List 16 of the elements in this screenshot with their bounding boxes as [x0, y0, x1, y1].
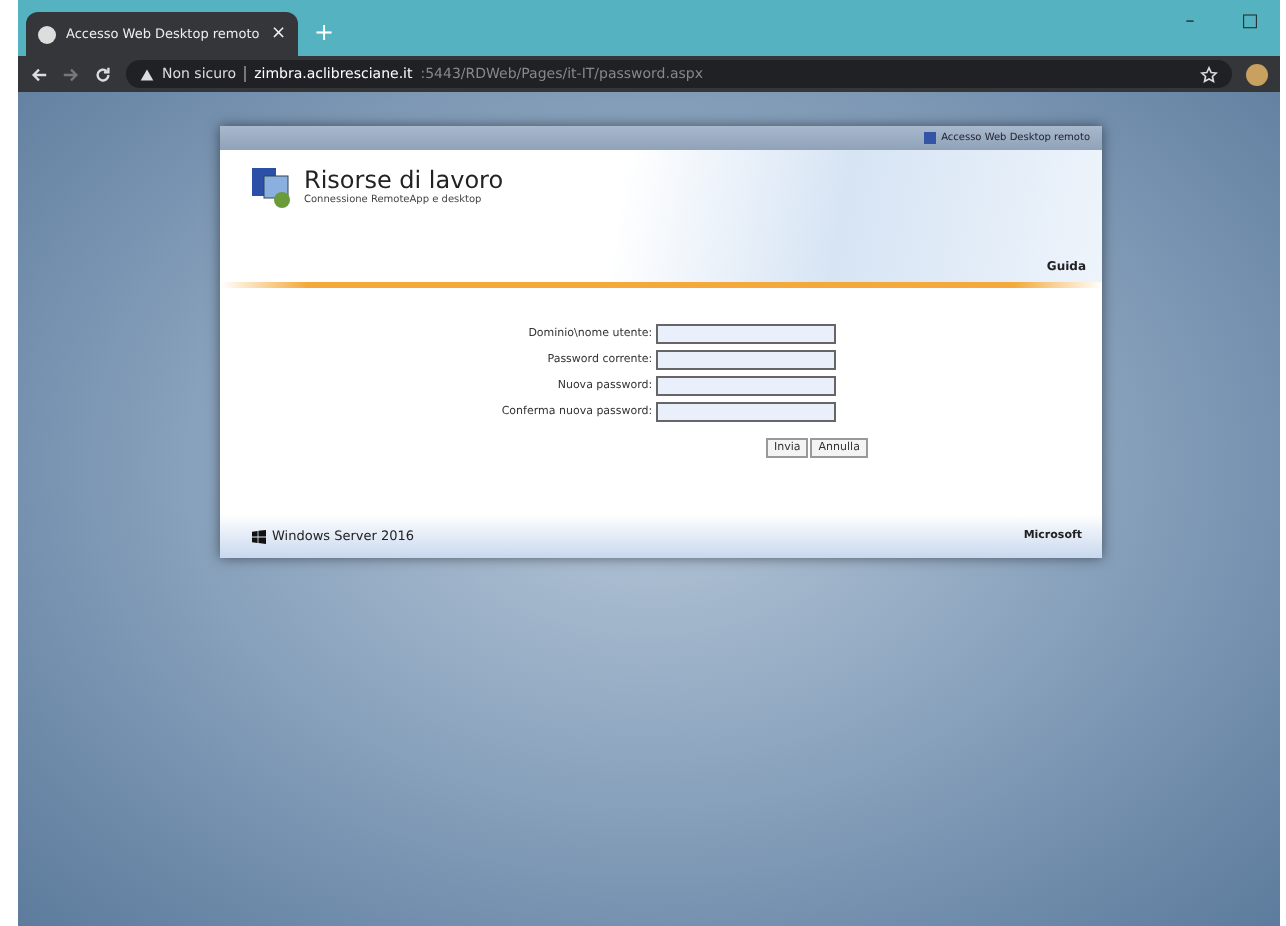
input-field[interactable] [656, 376, 837, 396]
reload-icon[interactable] [94, 65, 112, 83]
minimize-button[interactable]: – [1160, 12, 1220, 32]
profile-avatar-icon[interactable] [1246, 63, 1268, 85]
close-tab-button[interactable]: × [270, 24, 286, 44]
star-icon[interactable] [1200, 65, 1218, 83]
input-field[interactable] [656, 350, 837, 370]
forward-icon[interactable] [62, 65, 80, 83]
warning-icon [140, 67, 154, 81]
input-field[interactable] [656, 402, 837, 422]
input-field[interactable] [656, 324, 837, 344]
windows-logo-icon [252, 529, 266, 543]
back-icon[interactable] [30, 65, 48, 83]
globe-icon [38, 25, 56, 43]
maximize-button[interactable]: □ [1220, 12, 1280, 32]
page-title: Risorse di lavoro [304, 166, 504, 194]
